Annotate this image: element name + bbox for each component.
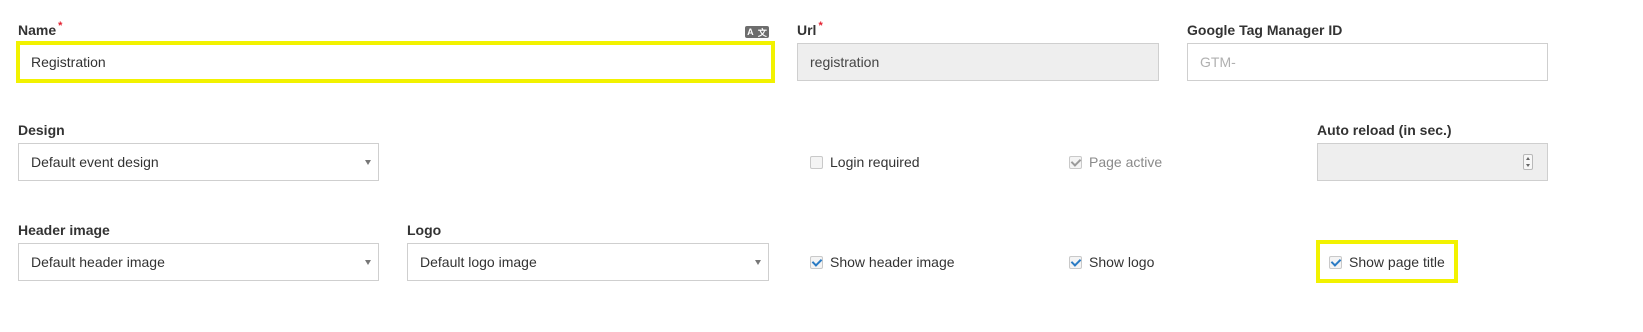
header-image-label: Header image <box>18 222 110 238</box>
chevron-down-icon <box>365 260 371 265</box>
name-input[interactable]: Registration <box>16 41 775 83</box>
name-label: Name * <box>18 20 63 38</box>
auto-reload-label: Auto reload (in sec.) <box>1317 122 1452 138</box>
show-header-image-checkbox[interactable]: Show header image <box>810 254 955 270</box>
checkbox-box <box>810 155 823 169</box>
gtm-placeholder: GTM- <box>1200 54 1236 70</box>
logo-label: Logo <box>407 222 442 238</box>
chevron-down-icon <box>755 260 761 265</box>
translate-icon[interactable]: A文 <box>745 26 769 38</box>
auto-reload-input[interactable] <box>1317 143 1548 181</box>
gtm-label: Google Tag Manager ID <box>1187 22 1343 38</box>
required-marker: * <box>58 20 63 32</box>
checkbox-box <box>1069 155 1082 169</box>
logo-select[interactable]: Default logo image <box>407 243 769 281</box>
design-select[interactable]: Default event design <box>18 143 379 181</box>
chevron-down-icon <box>365 160 371 165</box>
gtm-input[interactable]: GTM- <box>1187 43 1548 81</box>
url-input[interactable]: registration <box>797 43 1159 81</box>
required-marker: * <box>818 20 823 32</box>
header-image-select[interactable]: Default header image <box>18 243 379 281</box>
page-active-checkbox[interactable]: Page active <box>1069 154 1162 170</box>
show-logo-checkbox[interactable]: Show logo <box>1069 254 1154 270</box>
design-label: Design <box>18 122 65 138</box>
checkbox-box <box>810 255 823 269</box>
number-spinner-icon[interactable] <box>1523 154 1533 170</box>
checkbox-box <box>1329 255 1342 269</box>
url-label: Url * <box>797 20 823 38</box>
checkbox-box <box>1069 255 1082 269</box>
show-page-title-checkbox[interactable]: Show page title <box>1329 254 1445 270</box>
login-required-checkbox[interactable]: Login required <box>810 154 920 170</box>
